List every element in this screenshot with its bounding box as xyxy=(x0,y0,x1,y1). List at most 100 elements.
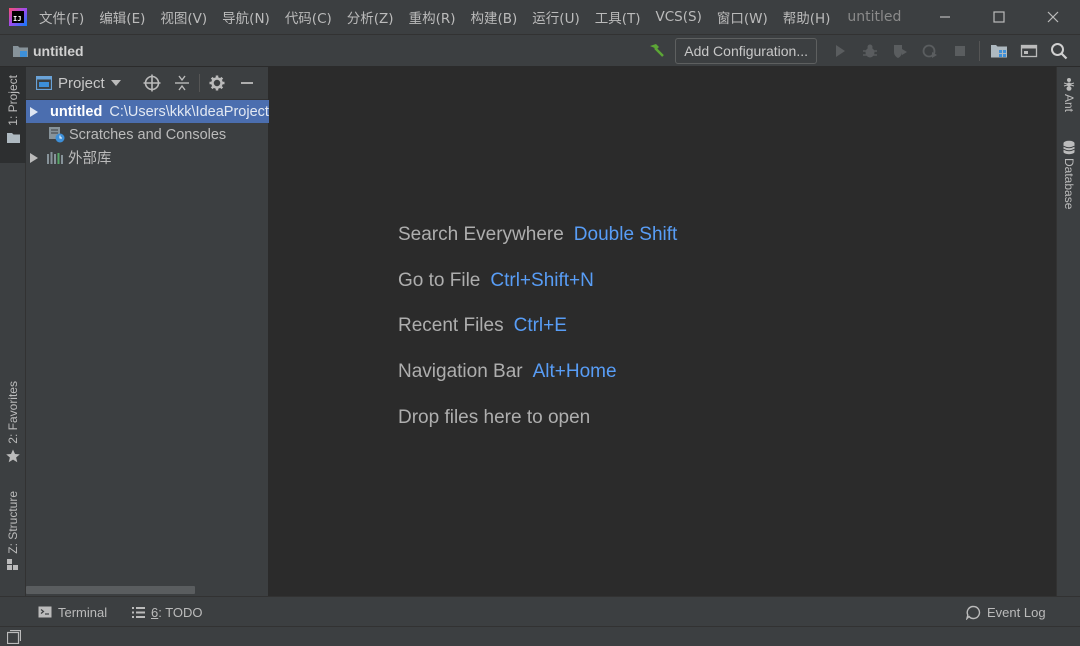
panel-settings-button[interactable] xyxy=(202,70,232,96)
favorites-tab-label: 2: Favorites xyxy=(6,381,20,444)
chevron-down-icon[interactable] xyxy=(110,80,121,86)
build-project-button[interactable] xyxy=(641,37,671,65)
horizontal-scrollbar[interactable] xyxy=(26,586,195,594)
expand-arrow-icon[interactable] xyxy=(30,106,38,117)
run-icon xyxy=(836,45,845,57)
run-toolbar: Add Configuration... xyxy=(641,35,1074,67)
collapse-all-icon xyxy=(174,75,189,91)
tree-item-scratches[interactable]: Scratches and Consoles xyxy=(26,123,269,146)
project-view-selector[interactable]: Project xyxy=(58,75,105,92)
hide-panel-button[interactable] xyxy=(232,70,262,96)
select-opened-file-button[interactable] xyxy=(137,70,167,96)
toolbar-separator xyxy=(979,41,980,61)
project-folder-icon xyxy=(13,45,28,57)
tool-window-structure-tab[interactable]: Z: Structure xyxy=(0,491,26,583)
tree-item-label: untitled xyxy=(50,103,103,120)
menu-edit[interactable]: 编辑(E) xyxy=(99,7,145,27)
search-everywhere-button[interactable] xyxy=(1044,37,1074,65)
tool-window-favorites-tab[interactable]: 2: Favorites xyxy=(0,381,26,471)
run-with-coverage-button[interactable] xyxy=(885,37,915,65)
hint-label: Go to File xyxy=(398,270,481,291)
maximize-button[interactable] xyxy=(972,0,1026,34)
tool-window-event-log-tab[interactable]: Event Log xyxy=(966,597,1046,627)
terminal-icon xyxy=(38,606,52,618)
event-log-bubble-icon xyxy=(966,605,981,620)
navigation-bar: untitled Add Configuration... xyxy=(0,34,1080,67)
minimize-button[interactable] xyxy=(918,0,972,34)
hint-label: Navigation Bar xyxy=(398,361,523,382)
menu-file[interactable]: 文件(F) xyxy=(39,7,84,27)
presentation-mode-button[interactable] xyxy=(1014,37,1044,65)
todo-list-icon xyxy=(132,606,145,618)
menu-code[interactable]: 代码(C) xyxy=(285,7,332,27)
hint-navigation-bar: Navigation Bar Alt+Home xyxy=(398,361,617,383)
terminal-tab-label: Terminal xyxy=(58,604,108,620)
intellij-logo-icon[interactable]: IJ xyxy=(9,8,27,26)
tool-window-ant-tab[interactable]: Ant xyxy=(1057,77,1080,123)
hint-shortcut: Ctrl+Shift+N xyxy=(490,270,594,291)
minimize-icon xyxy=(940,16,950,18)
window-layout-icon xyxy=(1020,44,1038,58)
menu-analyze[interactable]: 分析(Z) xyxy=(347,7,394,27)
profiler-icon xyxy=(922,44,937,58)
gear-icon xyxy=(209,75,225,91)
collapse-all-button[interactable] xyxy=(167,70,197,96)
add-configuration-button[interactable]: Add Configuration... xyxy=(675,38,817,64)
hint-recent-files: Recent Files Ctrl+E xyxy=(398,315,567,337)
tree-item-external-libraries[interactable]: 外部库 xyxy=(26,146,269,169)
hint-label: Search Everywhere xyxy=(398,224,564,245)
debug-button[interactable] xyxy=(855,37,885,65)
profile-button[interactable] xyxy=(915,37,945,65)
menu-build[interactable]: 构建(B) xyxy=(471,7,518,27)
menu-run[interactable]: 运行(U) xyxy=(532,7,579,27)
structure-icon xyxy=(7,558,18,570)
stop-button[interactable] xyxy=(945,37,975,65)
menu-navigate[interactable]: 导航(N) xyxy=(222,7,270,27)
menu-view[interactable]: 视图(V) xyxy=(160,7,207,27)
database-tab-label: Database xyxy=(1062,158,1076,210)
project-view-icon xyxy=(36,76,52,90)
coverage-shield-icon xyxy=(894,45,907,58)
project-structure-button[interactable] xyxy=(984,37,1014,65)
hint-shortcut: Alt+Home xyxy=(532,361,617,382)
menu-vcs[interactable]: VCS(S) xyxy=(656,9,702,25)
search-icon xyxy=(1051,43,1068,60)
project-panel-header: Project xyxy=(26,67,268,100)
tree-item-label: Scratches and Consoles xyxy=(69,126,227,143)
structure-tab-label: Z: Structure xyxy=(6,491,20,554)
bottom-tool-window-bar: Terminal 6: TODO Event Log xyxy=(0,596,1080,626)
todo-tab-mnemonic: 6 xyxy=(151,604,159,620)
menu-refactor[interactable]: 重构(R) xyxy=(409,7,456,27)
project-tab-label: 1: Project xyxy=(6,75,20,126)
project-tool-window: Project untitled C:\Users\kkk\IdeaProjec… xyxy=(26,67,269,596)
title-bar: IJ 文件(F) 编辑(E) 视图(V) 导航(N) 代码(C) 分析(Z) 重… xyxy=(0,0,1080,34)
run-button[interactable] xyxy=(825,37,855,65)
expand-arrow-icon[interactable] xyxy=(30,152,38,163)
hint-search-everywhere: Search Everywhere Double Shift xyxy=(398,224,677,246)
event-log-tab-label: Event Log xyxy=(987,604,1046,620)
right-tool-stripe: Ant Database xyxy=(1056,67,1080,596)
tool-window-project-tab[interactable]: 1: Project xyxy=(0,67,26,163)
close-button[interactable] xyxy=(1026,0,1080,34)
menu-window[interactable]: 窗口(W) xyxy=(717,7,768,27)
breadcrumb-project: untitled xyxy=(33,42,84,59)
status-bar xyxy=(0,626,1080,646)
tool-window-toggle-icon xyxy=(6,629,22,645)
tree-item-path: C:\Users\kkk\IdeaProjects\untitled xyxy=(109,103,269,120)
tool-window-todo-tab[interactable]: 6: TODO xyxy=(132,597,203,627)
hint-label: Recent Files xyxy=(398,315,504,336)
hammer-icon xyxy=(650,44,665,57)
todo-tab-label: : TODO xyxy=(158,604,203,620)
ant-tab-label: Ant xyxy=(1062,94,1076,113)
menu-tools[interactable]: 工具(T) xyxy=(595,7,641,27)
stop-icon xyxy=(955,46,965,56)
tree-item-label: 外部库 xyxy=(68,151,112,167)
tool-window-database-tab[interactable]: Database xyxy=(1057,140,1080,220)
panel-toolbar-separator xyxy=(198,74,200,92)
breadcrumb[interactable]: untitled xyxy=(0,43,84,59)
ant-icon xyxy=(1063,78,1075,91)
tool-window-terminal-tab[interactable]: Terminal xyxy=(38,597,107,627)
menu-help[interactable]: 帮助(H) xyxy=(783,7,831,27)
tree-item-project-root[interactable]: untitled C:\Users\kkk\IdeaProjects\untit… xyxy=(26,100,269,123)
toggle-tool-windows-button[interactable] xyxy=(6,629,22,646)
